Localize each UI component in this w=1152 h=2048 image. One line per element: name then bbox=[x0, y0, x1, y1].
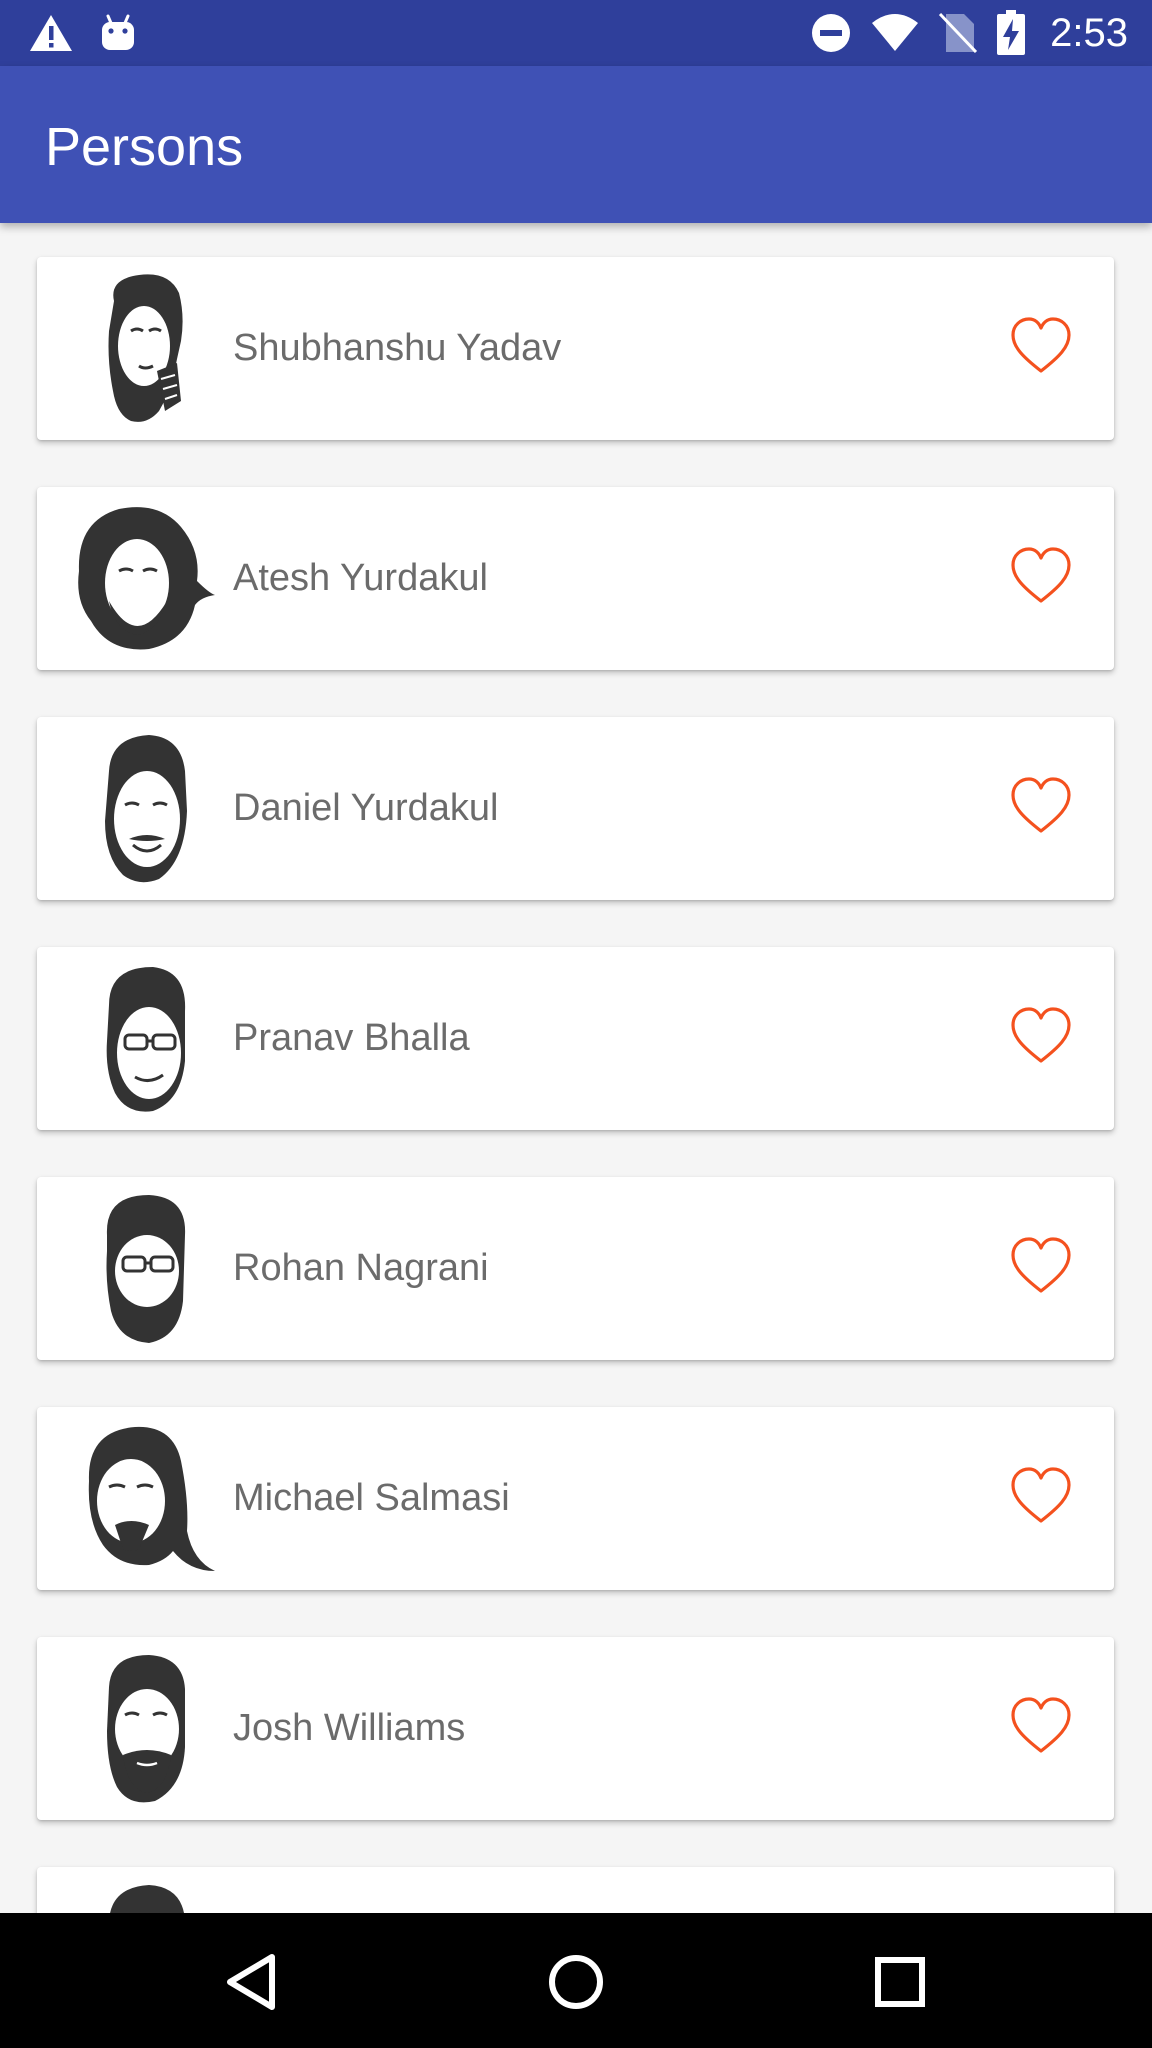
heart-outline-icon[interactable] bbox=[1009, 315, 1073, 379]
person-name: Daniel Yurdakul bbox=[233, 787, 499, 829]
person-name: Michael Salmasi bbox=[233, 1477, 510, 1519]
person-card[interactable]: Atesh Yurdakul bbox=[37, 487, 1114, 670]
person-card[interactable]: Rohan Nagrani bbox=[37, 1177, 1114, 1360]
wifi-icon bbox=[872, 14, 919, 51]
page-title: Persons bbox=[45, 117, 244, 177]
person-list[interactable]: Shubhanshu Yadav Atesh Yurdakul Daniel Y… bbox=[0, 223, 1152, 1913]
battery-charging-icon bbox=[997, 10, 1026, 55]
app-bar: Persons bbox=[0, 66, 1152, 223]
person-name: Shubhanshu Yadav bbox=[233, 327, 562, 369]
android-icon bbox=[102, 14, 134, 50]
no-sim-icon bbox=[939, 12, 978, 54]
person-sketch-partial-icon bbox=[110, 1885, 184, 1913]
back-icon[interactable] bbox=[218, 1947, 288, 2017]
person-card[interactable]: Michael Salmasi bbox=[37, 1407, 1114, 1590]
do-not-disturb-icon bbox=[812, 14, 851, 52]
person-card[interactable] bbox=[37, 1867, 1114, 1913]
person-sketch-long-hair-goatee-icon bbox=[88, 1426, 215, 1571]
person-sketch-glasses-icon bbox=[106, 967, 186, 1112]
navigation-bar bbox=[0, 1913, 1152, 2048]
person-name: Josh Williams bbox=[233, 1707, 466, 1749]
person-name: Atesh Yurdakul bbox=[233, 557, 488, 599]
heart-outline-icon[interactable] bbox=[1009, 1235, 1073, 1299]
person-card[interactable]: Josh Williams bbox=[37, 1637, 1114, 1820]
heart-outline-icon[interactable] bbox=[1009, 545, 1073, 609]
person-sketch-short-hair-beard-icon bbox=[107, 1655, 185, 1803]
person-card[interactable]: Pranav Bhalla bbox=[37, 947, 1114, 1130]
status-right-icons: 2:53 bbox=[810, 8, 1128, 58]
heart-outline-icon[interactable] bbox=[1009, 775, 1073, 839]
person-card[interactable]: Shubhanshu Yadav bbox=[37, 257, 1114, 440]
status-bar: 2:53 bbox=[0, 0, 1152, 66]
heart-outline-icon[interactable] bbox=[1009, 1695, 1073, 1759]
person-name: Rohan Nagrani bbox=[233, 1247, 489, 1289]
person-card[interactable]: Daniel Yurdakul bbox=[37, 717, 1114, 900]
status-time: 2:53 bbox=[1050, 10, 1128, 55]
person-sketch-curly-hair-beard-icon bbox=[78, 507, 215, 650]
recents-icon[interactable] bbox=[865, 1947, 935, 2017]
person-sketch-mustache-smile-icon bbox=[105, 735, 187, 883]
home-icon[interactable] bbox=[541, 1947, 611, 2017]
warning-icon bbox=[30, 15, 72, 51]
person-name: Pranav Bhalla bbox=[233, 1017, 470, 1059]
status-left-icons bbox=[28, 8, 136, 58]
heart-outline-icon[interactable] bbox=[1009, 1005, 1073, 1069]
person-sketch-hand-on-face-icon bbox=[108, 274, 183, 422]
heart-outline-icon[interactable] bbox=[1009, 1465, 1073, 1529]
person-sketch-glasses-beard-icon bbox=[106, 1195, 186, 1343]
